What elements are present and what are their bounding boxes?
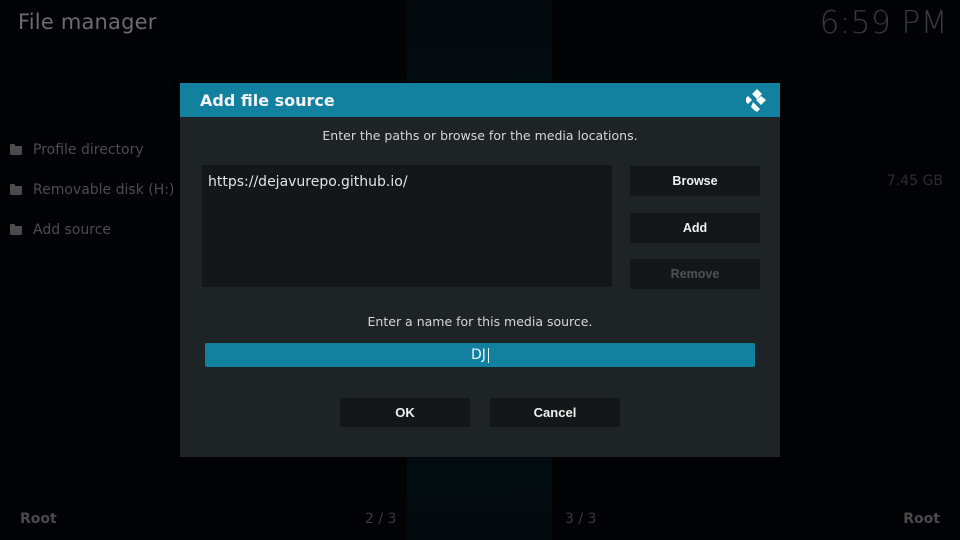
source-item-profile-directory[interactable]: Profile directory: [10, 130, 174, 170]
dialog-title: Add file source: [200, 90, 335, 110]
source-list: Profile directory Removable disk (H:) Ad…: [10, 130, 174, 250]
browse-button[interactable]: Browse: [630, 166, 760, 196]
dialog-header: Add file source: [180, 83, 780, 117]
remove-path-button[interactable]: Remove: [630, 259, 760, 289]
cancel-button[interactable]: Cancel: [490, 398, 620, 427]
footer-left-page-count: 2 / 3: [365, 511, 397, 527]
folder-icon: [10, 144, 22, 155]
kodi-logo-icon: [746, 89, 766, 112]
page-title: File manager: [18, 10, 157, 34]
folder-icon: [10, 184, 22, 195]
paths-list[interactable]: https://dejavurepo.github.io/: [202, 165, 612, 287]
add-path-button[interactable]: Add: [630, 213, 760, 243]
folder-icon: [10, 224, 22, 235]
source-item-add-source[interactable]: Add source: [10, 210, 174, 250]
text-cursor: [487, 347, 489, 363]
source-item-label: Removable disk (H:): [33, 182, 175, 198]
source-name-input[interactable]: DJ: [205, 343, 755, 367]
source-item-removable-disk[interactable]: Removable disk (H:): [10, 170, 174, 210]
paths-hint: Enter the paths or browse for the media …: [322, 128, 638, 143]
disk-size: 7.45 GB: [886, 173, 943, 189]
path-item[interactable]: https://dejavurepo.github.io/: [202, 165, 612, 190]
footer-right-root: Root: [903, 511, 940, 527]
clock: 6:59 PM: [819, 5, 948, 41]
add-file-source-dialog: Add file source Enter the paths or brows…: [180, 83, 780, 457]
footer-right-page-count: 3 / 3: [565, 511, 597, 527]
source-item-label: Add source: [33, 222, 112, 238]
source-item-label: Profile directory: [33, 142, 144, 158]
name-hint: Enter a name for this media source.: [367, 314, 593, 329]
ok-button[interactable]: OK: [340, 398, 470, 427]
source-name-value: DJ: [471, 347, 486, 363]
footer-left-root: Root: [20, 511, 57, 527]
